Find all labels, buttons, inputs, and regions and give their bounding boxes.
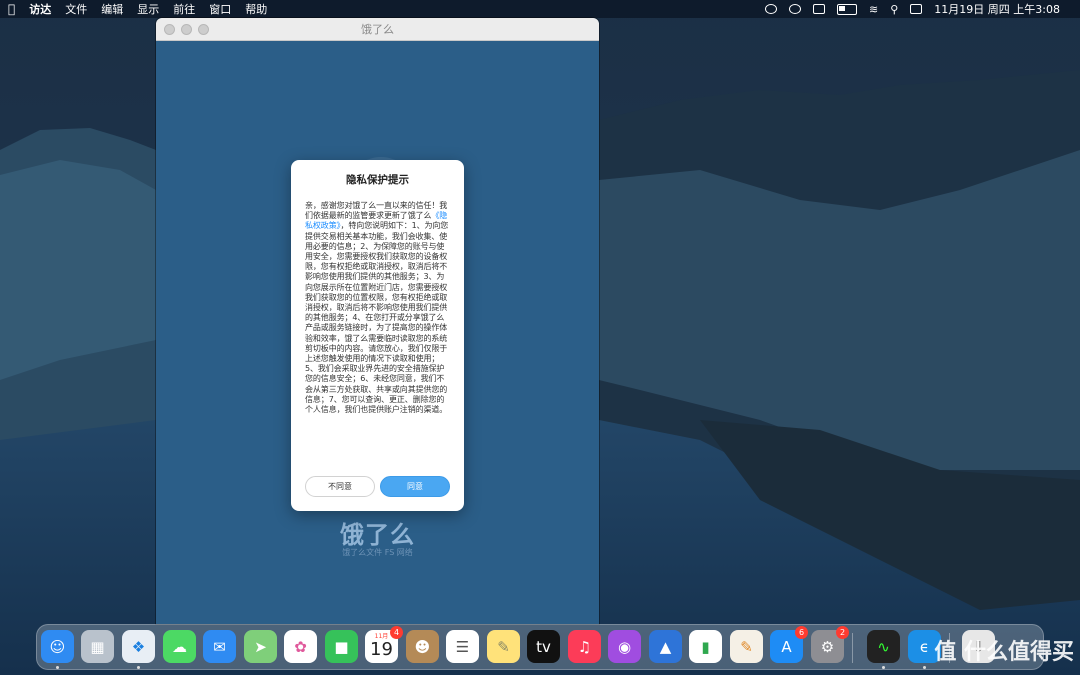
- pages-icon[interactable]: ✎: [730, 630, 763, 663]
- dialog-body: 亲，感谢您对饿了么一直以来的信任！我们依据最新的监管要求更新了饿了么《隐私权政策…: [305, 201, 450, 415]
- search-icon[interactable]: ⚲: [890, 3, 898, 16]
- settings-badge: 2: [836, 626, 849, 639]
- disagree-button[interactable]: 不同意: [305, 476, 375, 497]
- finder-icon[interactable]: ☺: [41, 630, 74, 669]
- system-preferences-icon[interactable]: ⚙ 2: [811, 626, 849, 663]
- dialog-buttons: 不同意 同意: [305, 476, 450, 497]
- activity-monitor-icon[interactable]: ∿: [867, 630, 900, 669]
- dialog-title: 隐私保护提示: [346, 174, 409, 186]
- brand-logo: 饿了么: [340, 521, 415, 549]
- menu-window[interactable]: 窗口: [209, 1, 231, 17]
- music-icon[interactable]: ♫: [568, 630, 601, 663]
- window-titlebar[interactable]: 饿了么: [156, 18, 599, 41]
- numbers-icon[interactable]: ▮: [689, 630, 722, 663]
- menu-app-name[interactable]: 访达: [29, 1, 51, 17]
- facetime-icon[interactable]: ■: [325, 630, 358, 663]
- notes-icon[interactable]: ✎: [487, 630, 520, 663]
- apple-tv-icon[interactable]: tv: [527, 630, 560, 663]
- safari-icon[interactable]: ❖: [122, 630, 155, 669]
- control-center-icon[interactable]: [910, 4, 923, 14]
- privacy-dialog: 隐私保护提示 亲，感谢您对饿了么一直以来的信任！我们依据最新的监管要求更新了饿了…: [291, 160, 464, 511]
- menu-file[interactable]: 文件: [65, 1, 87, 17]
- dock: ☺ ▦ ❖ ☁ ✉ ➤ ✿ ■ 11月 19 4 ☻ ☰ ✎ tv ♫ ◉ ▲ …: [36, 624, 1044, 670]
- calendar-icon[interactable]: 11月 19 4: [365, 626, 403, 663]
- contacts-icon[interactable]: ☻: [406, 630, 439, 663]
- menu-view[interactable]: 显示: [137, 1, 159, 17]
- app-store-icon[interactable]: A6: [770, 626, 808, 663]
- watermark: 值 什么值得买: [934, 640, 1074, 665]
- reminders-icon[interactable]: ☰: [446, 630, 479, 663]
- brand-subtitle: 饿了么文件 FS 网络: [342, 548, 413, 557]
- play-icon[interactable]: [789, 4, 802, 14]
- battery-icon[interactable]: [837, 3, 858, 15]
- app-store-badge: 6: [795, 626, 808, 639]
- menu-clock[interactable]: 11月19日 周四 上午3:08: [934, 1, 1060, 17]
- input-method-icon[interactable]: [813, 4, 826, 14]
- menu-edit[interactable]: 编辑: [101, 1, 123, 17]
- menu-go[interactable]: 前往: [173, 1, 195, 17]
- menu-bar:  访达 文件 编辑 显示 前往 窗口 帮助 ≋ ⚲ 11月19日 周四 上午3…: [0, 0, 1080, 18]
- calendar-badge: 4: [390, 626, 403, 639]
- podcasts-icon[interactable]: ◉: [608, 630, 641, 663]
- menu-help[interactable]: 帮助: [245, 1, 267, 17]
- maps-icon[interactable]: ➤: [244, 630, 277, 663]
- launchpad-icon[interactable]: ▦: [81, 630, 114, 663]
- mail-icon[interactable]: ✉: [203, 630, 236, 663]
- apple-icon[interactable]: : [8, 2, 15, 16]
- dialog-text-details: ，特向您说明如下：1、为向您提供交易相关基本功能，我们会收集、使用必要的信息；2…: [305, 221, 449, 415]
- calendar-day: 19: [370, 639, 393, 660]
- dock-separator: [852, 633, 853, 663]
- creative-cloud-icon[interactable]: [765, 4, 778, 14]
- agree-button[interactable]: 同意: [380, 476, 450, 497]
- photos-icon[interactable]: ✿: [284, 630, 317, 663]
- window-title: 饿了么: [361, 23, 394, 36]
- wifi-icon[interactable]: ≋: [869, 3, 878, 16]
- dialog-text-intro: 亲，感谢您对饿了么一直以来的信任！我们依据最新的监管要求更新了饿了么: [305, 201, 448, 221]
- keynote-icon[interactable]: ▲: [649, 630, 682, 663]
- messages-icon[interactable]: ☁: [163, 630, 196, 663]
